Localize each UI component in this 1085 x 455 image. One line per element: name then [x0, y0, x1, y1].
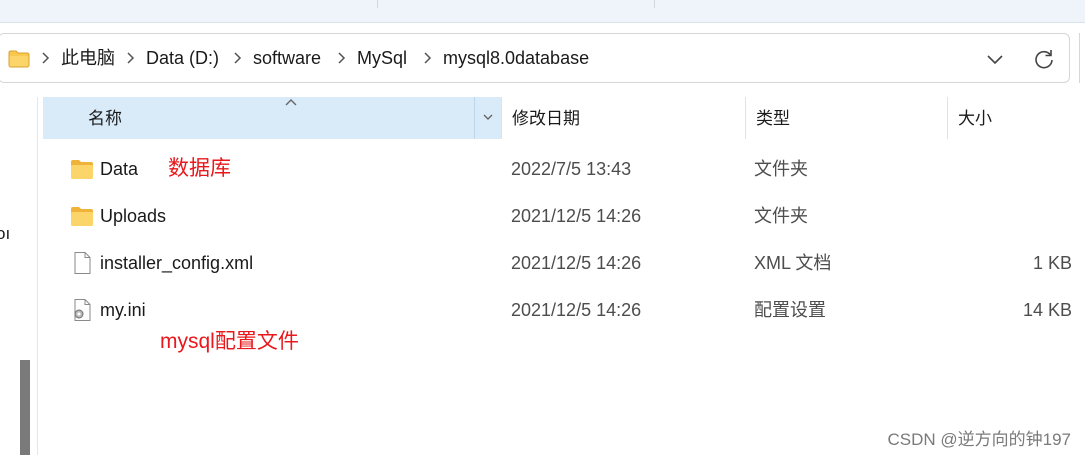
folder-icon — [8, 50, 30, 68]
breadcrumb-mysql8-database[interactable]: mysql8.0database — [443, 34, 589, 82]
column-header-date-label: 修改日期 — [512, 109, 580, 128]
window-edge — [1079, 33, 1085, 83]
file-type: XML 文档 — [754, 253, 832, 273]
breadcrumb-mysql[interactable]: MySql — [357, 34, 407, 82]
annotation-database: 数据库 — [168, 157, 231, 180]
file-row-installer-config[interactable]: installer_config.xml 2021/12/5 14:26 XML… — [43, 240, 1085, 286]
column-header-date[interactable]: 修改日期 — [501, 97, 745, 139]
navigation-divider — [37, 97, 38, 455]
chevron-down-icon[interactable] — [983, 48, 1007, 70]
breadcrumb-separator-icon — [424, 52, 432, 64]
file-size: 1 KB — [1032, 253, 1072, 273]
file-name: installer_config.xml — [100, 253, 254, 273]
file-name: Data — [100, 159, 139, 179]
breadcrumb-software[interactable]: software — [253, 34, 321, 82]
config-file-icon — [74, 299, 91, 321]
navigation-scrollbar[interactable] — [20, 360, 30, 455]
breadcrumb-separator-icon — [42, 52, 50, 64]
file-name: Uploads — [100, 206, 167, 226]
refresh-icon[interactable] — [1032, 47, 1056, 71]
folder-icon — [71, 207, 93, 226]
column-header-size[interactable]: 大小 — [947, 97, 1085, 139]
file-type: 配置设置 — [754, 300, 826, 320]
file-row-uploads[interactable]: Uploads 2021/12/5 14:26 文件夹 — [43, 193, 1085, 239]
folder-icon — [71, 160, 93, 179]
file-date: 2021/12/5 14:26 — [511, 206, 642, 226]
watermark: CSDN @逆方向的钟197 — [887, 430, 1071, 449]
breadcrumb-drive-d[interactable]: Data (D:) — [146, 34, 219, 82]
file-date: 2021/12/5 14:26 — [511, 253, 642, 273]
file-type: 文件夹 — [754, 159, 808, 179]
breadcrumb-separator-icon — [127, 52, 135, 64]
annotation-mysql-config: mysql配置文件 — [160, 330, 299, 353]
column-divider — [474, 97, 475, 139]
address-bar[interactable]: 此电脑 Data (D:) software MySql mysql8.0dat… — [0, 33, 1070, 83]
chevron-down-icon[interactable] — [481, 110, 495, 124]
file-icon — [74, 252, 91, 274]
sort-ascending-icon — [285, 99, 297, 106]
tab-separator — [377, 0, 378, 8]
breadcrumb-this-pc[interactable]: 此电脑 — [61, 34, 115, 82]
tab-separator — [654, 0, 655, 8]
column-header-name-label: 名称 — [88, 109, 122, 128]
file-name: my.ini — [100, 300, 146, 320]
navigation-partial-label: oı — [0, 224, 11, 243]
tab-strip — [0, 0, 1085, 23]
file-type: 文件夹 — [754, 206, 808, 226]
file-date: 2022/7/5 13:43 — [511, 159, 632, 179]
file-size: 14 KB — [1022, 300, 1072, 320]
column-header-name[interactable]: 名称 — [43, 97, 501, 139]
column-header-type[interactable]: 类型 — [745, 97, 947, 139]
column-header-size-label: 大小 — [958, 109, 992, 128]
column-header-type-label: 类型 — [756, 109, 790, 128]
file-date: 2021/12/5 14:26 — [511, 300, 642, 320]
column-headers: 名称 修改日期 类型 大小 — [0, 97, 1085, 139]
breadcrumb-separator-icon — [338, 52, 346, 64]
breadcrumb-separator-icon — [234, 52, 242, 64]
navigation-pane — [0, 97, 38, 455]
